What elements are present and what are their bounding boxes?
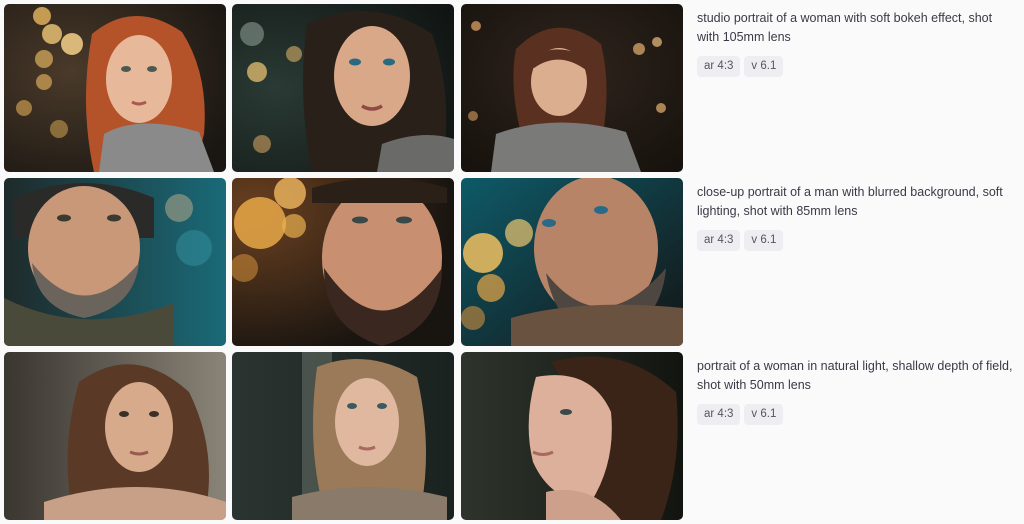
parameter-tags: ar 4:3 v 6.1 xyxy=(697,230,787,251)
prompt-text: portrait of a woman in natural light, sh… xyxy=(697,359,1013,392)
aspect-ratio-tag[interactable]: ar 4:3 xyxy=(697,230,741,251)
prompt-text: close-up portrait of a man with blurred … xyxy=(697,185,1003,218)
parameter-tags: ar 4:3 v 6.1 xyxy=(697,404,787,425)
version-tag[interactable]: v 6.1 xyxy=(744,230,784,251)
portrait-image xyxy=(232,178,454,346)
image-thumbnail-dark-hair-woman[interactable] xyxy=(232,4,454,172)
portrait-image xyxy=(4,352,226,520)
version-tag[interactable]: v 6.1 xyxy=(744,56,784,77)
parameter-tags: ar 4:3 v 6.1 xyxy=(697,56,787,77)
image-thumbnail-wavy-hair-woman[interactable] xyxy=(4,352,226,520)
result-row: studio portrait of a woman with soft bok… xyxy=(0,4,1024,172)
result-row: portrait of a woman in natural light, sh… xyxy=(0,352,1024,520)
portrait-image xyxy=(232,4,454,172)
portrait-image xyxy=(232,352,454,520)
image-thumbnail-bearded-man-bokeh[interactable] xyxy=(232,178,454,346)
image-thumbnail-bearded-man[interactable] xyxy=(4,178,226,346)
aspect-ratio-tag[interactable]: ar 4:3 xyxy=(697,404,741,425)
portrait-image xyxy=(4,178,226,346)
prompt-text: studio portrait of a woman with soft bok… xyxy=(697,11,993,44)
image-thumbnail-man-blue-eyes[interactable] xyxy=(461,178,683,346)
image-thumbnail-redhead-woman[interactable] xyxy=(4,4,226,172)
portrait-image xyxy=(461,4,683,172)
version-tag[interactable]: v 6.1 xyxy=(744,404,784,425)
portrait-image xyxy=(4,4,226,172)
image-thumbnail-profile-woman[interactable] xyxy=(461,352,683,520)
portrait-image xyxy=(461,178,683,346)
aspect-ratio-tag[interactable]: ar 4:3 xyxy=(697,56,741,77)
result-row: close-up portrait of a man with blurred … xyxy=(0,178,1024,346)
portrait-image xyxy=(461,352,683,520)
image-thumbnail-blonde-woman[interactable] xyxy=(232,352,454,520)
image-thumbnail-bangs-woman[interactable] xyxy=(461,4,683,172)
